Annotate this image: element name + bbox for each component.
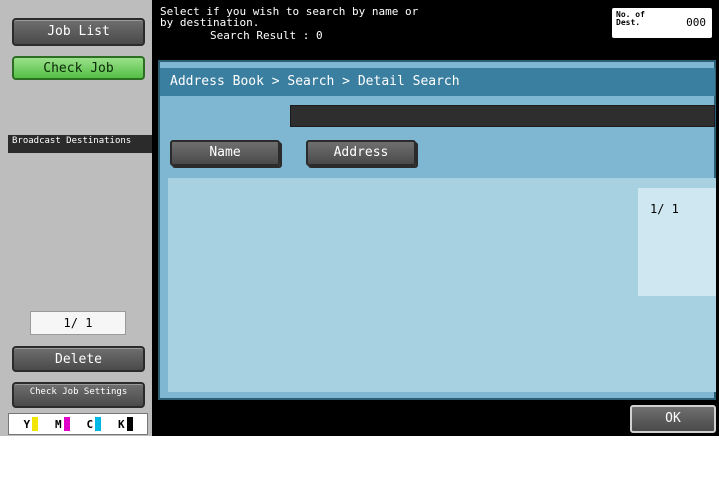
toner-black-swatch	[126, 417, 133, 431]
job-page-counter: 1/ 1	[30, 311, 126, 335]
toner-yellow-letter: Y	[23, 418, 31, 431]
toner-cyan-letter: C	[86, 418, 94, 431]
toner-black-letter: K	[117, 418, 125, 431]
ok-button[interactable]: OK	[630, 405, 716, 433]
destination-count-label: No. of Dest.	[616, 10, 645, 27]
toner-magenta-letter: M	[54, 418, 62, 431]
toner-black: K	[118, 417, 133, 431]
search-by-name-button[interactable]: Name	[170, 140, 280, 166]
broadcast-destinations-text: Broadcast Destinations	[12, 136, 132, 146]
search-result-count: Search Result : 0	[210, 29, 323, 42]
search-by-address-button[interactable]: Address	[306, 140, 416, 166]
toner-cyan: C	[86, 417, 102, 431]
instruction-message: Select if you wish to search by name or …	[160, 5, 419, 29]
toner-yellow-swatch	[32, 417, 39, 431]
results-page-indicator: 1/ 1	[650, 202, 679, 216]
toner-magenta: M	[55, 417, 70, 431]
search-input-field[interactable]	[290, 105, 715, 127]
breadcrumb: Address Book > Search > Detail Search	[160, 68, 715, 96]
destination-count-value: 000	[686, 16, 706, 29]
results-page-box: 1/ 1	[638, 188, 716, 296]
header-bar: Select if you wish to search by name or …	[152, 0, 719, 52]
toner-cyan-swatch	[95, 417, 102, 431]
destination-count-box: No. of Dest. 000	[612, 8, 712, 38]
delete-button[interactable]: Delete	[12, 346, 145, 372]
toner-magenta-swatch	[63, 417, 70, 431]
broadcast-destinations-label: Broadcast Destinations	[8, 135, 152, 153]
check-job-settings-button[interactable]: Check Job Settings	[12, 382, 145, 408]
job-list-button[interactable]: Job List	[12, 18, 145, 46]
search-results-area	[168, 178, 716, 392]
toner-levels: Y M C K	[8, 413, 148, 435]
check-job-button[interactable]: Check Job	[12, 56, 145, 80]
memory-status: Memory 100%	[160, 468, 266, 481]
date-time: 10/08/2008 20:19 Memory 100%	[160, 414, 279, 502]
date-time-text: 10/08/2008 20:19	[160, 435, 280, 448]
toner-yellow: Y	[23, 417, 39, 431]
